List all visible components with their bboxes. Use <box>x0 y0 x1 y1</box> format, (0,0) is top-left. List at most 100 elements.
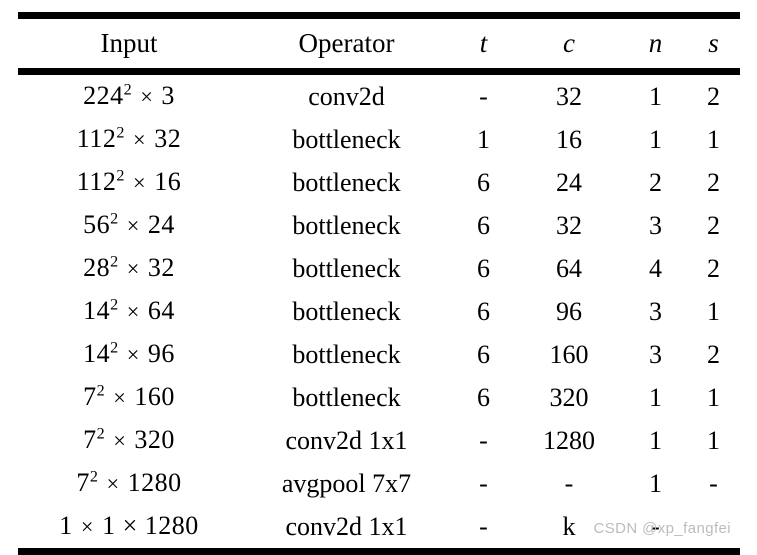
cell-c-text: 64 <box>556 253 582 283</box>
cell-t-text: 6 <box>477 167 490 197</box>
cell-s <box>687 505 740 548</box>
input-dimension: 142 × 96 <box>83 339 175 368</box>
table-body: 2242 × 3 conv2d -32 1 2 1122 × 32 bottleneck 1 1… <box>18 75 740 548</box>
cell-s: 1 <box>687 290 740 333</box>
cell-t: 6 <box>453 161 514 204</box>
table-bottom-rule <box>18 548 740 555</box>
cell-c-text: 16 <box>556 124 582 154</box>
cell-input: 1122 × 16 <box>18 161 240 204</box>
table-row: 72 × 320 conv2d 1x1 - 1280 1 1 <box>18 419 740 462</box>
cell-operator-text: conv2d 1x1 <box>285 425 408 455</box>
cell-c-text: - <box>564 468 574 498</box>
cell-s-text: 2 <box>707 253 720 283</box>
cell-n: 1 <box>624 75 687 118</box>
input-dimension: 1122 × 32 <box>76 124 182 153</box>
cell-n-text: 1 <box>649 425 662 455</box>
cell-s-text: - <box>709 468 718 498</box>
cell-t-text: - <box>479 425 488 455</box>
architecture-table: Input Operator t c n s <box>18 19 740 68</box>
cell-n-text: 1 <box>649 468 662 498</box>
cell-n-text: - <box>651 511 660 541</box>
cell-operator: conv2d 1x1 <box>240 505 453 548</box>
cell-operator: bottleneck <box>240 247 453 290</box>
cell-c: 320 <box>514 376 624 419</box>
cell-s: 1 <box>687 419 740 462</box>
cell-s-text: 1 <box>707 425 720 455</box>
table-header-rule <box>18 68 740 75</box>
architecture-table-figure: Input Operator t c n s 2242 × 3 conv2d -32… <box>18 12 740 555</box>
table-row: 72 × 160 bottleneck 6 320 1 1 <box>18 376 740 419</box>
cell-c-text: 24 <box>556 167 582 197</box>
column-header-operator: Operator <box>298 28 395 58</box>
input-dimension: 2242 × 3 <box>83 81 175 110</box>
cell-t-text: 6 <box>477 253 490 283</box>
cell-n-text: 4 <box>649 253 662 283</box>
cell-operator-text: bottleneck <box>292 382 401 412</box>
cell-s: 1 <box>687 376 740 419</box>
column-header-t: t <box>479 28 488 58</box>
cell-t-text: - <box>479 511 488 541</box>
architecture-table-body-wrapper: 2242 × 3 conv2d -32 1 2 1122 × 32 bottleneck 1 1… <box>18 75 740 548</box>
table-row: 142 × 96 bottleneck 6 160 3 2 <box>18 333 740 376</box>
cell-s-text: 1 <box>707 382 720 412</box>
column-header-s: s <box>708 28 719 58</box>
cell-s: 2 <box>687 161 740 204</box>
input-dimension: 72 × 160 <box>83 382 175 411</box>
cell-n: 1 <box>624 462 687 505</box>
cell-n: 4 <box>624 247 687 290</box>
cell-n-text: 1 <box>649 124 662 154</box>
cell-operator: avgpool 7x7 <box>240 462 453 505</box>
cell-input: 142 × 64 <box>18 290 240 333</box>
cell-n: 2 <box>624 161 687 204</box>
cell-c-text: k <box>562 511 576 541</box>
cell-s: 2 <box>687 247 740 290</box>
cell-t: 6 <box>453 247 514 290</box>
cell-s-text: 1 <box>707 124 720 154</box>
table-row: 282 × 32 bottleneck 6 64 4 2 <box>18 247 740 290</box>
cell-c-text: 96 <box>556 296 582 326</box>
cell-n: 1 <box>624 118 687 161</box>
cell-operator-text: bottleneck <box>292 124 401 154</box>
cell-operator-text: bottleneck <box>292 167 401 197</box>
header-row: Input Operator t c n s <box>18 19 740 68</box>
cell-s-text: 2 <box>707 167 720 197</box>
cell-t: - <box>453 75 514 118</box>
table-row: 1122 × 32 bottleneck 1 16 1 1 <box>18 118 740 161</box>
cell-operator-text: bottleneck <box>292 210 401 240</box>
cell-c: 160 <box>514 333 624 376</box>
cell-s: 2 <box>687 75 740 118</box>
column-header-n: n <box>648 28 663 58</box>
cell-operator-text: avgpool 7x7 <box>281 468 412 498</box>
cell-t-text: 6 <box>477 339 490 369</box>
cell-n: - <box>624 505 687 548</box>
cell-t: 6 <box>453 204 514 247</box>
cell-input: 72 × 1280 <box>18 462 240 505</box>
cell-c-text: 1280 <box>543 425 595 455</box>
cell-operator-text: bottleneck <box>292 296 401 326</box>
cell-operator-text: conv2d <box>308 81 385 111</box>
table-row: 142 × 64 bottleneck 6 96 3 1 <box>18 290 740 333</box>
cell-c: 1280 <box>514 419 624 462</box>
cell-s-text: 2 <box>707 339 720 369</box>
cell-input: 2242 × 3 <box>18 75 240 118</box>
cell-n-text: 1 <box>649 81 662 111</box>
cell-s: 2 <box>687 333 740 376</box>
cell-s-text: 2 <box>707 81 720 111</box>
table-row: 1122 × 16 bottleneck 6 24 2 2 <box>18 161 740 204</box>
table-row: 562 × 24 bottleneck 6 32 3 2 <box>18 204 740 247</box>
cell-input: 282 × 32 <box>18 247 240 290</box>
cell-n: 3 <box>624 204 687 247</box>
input-dimension: 1122 × 16 <box>76 167 182 196</box>
input-dimension: 1 × 1 × 1280 <box>59 511 199 540</box>
input-dimension: 72 × 1280 <box>76 468 182 497</box>
cell-operator: bottleneck <box>240 118 453 161</box>
cell-operator-text: conv2d 1x1 <box>285 511 408 541</box>
cell-c: 64 <box>514 247 624 290</box>
cell-input: 1122 × 32 <box>18 118 240 161</box>
cell-t: 1 <box>453 118 514 161</box>
cell-t: - <box>453 419 514 462</box>
cell-n-text: 2 <box>649 167 662 197</box>
cell-n: 3 <box>624 290 687 333</box>
cell-input: 142 × 96 <box>18 333 240 376</box>
cell-c: - <box>514 462 624 505</box>
